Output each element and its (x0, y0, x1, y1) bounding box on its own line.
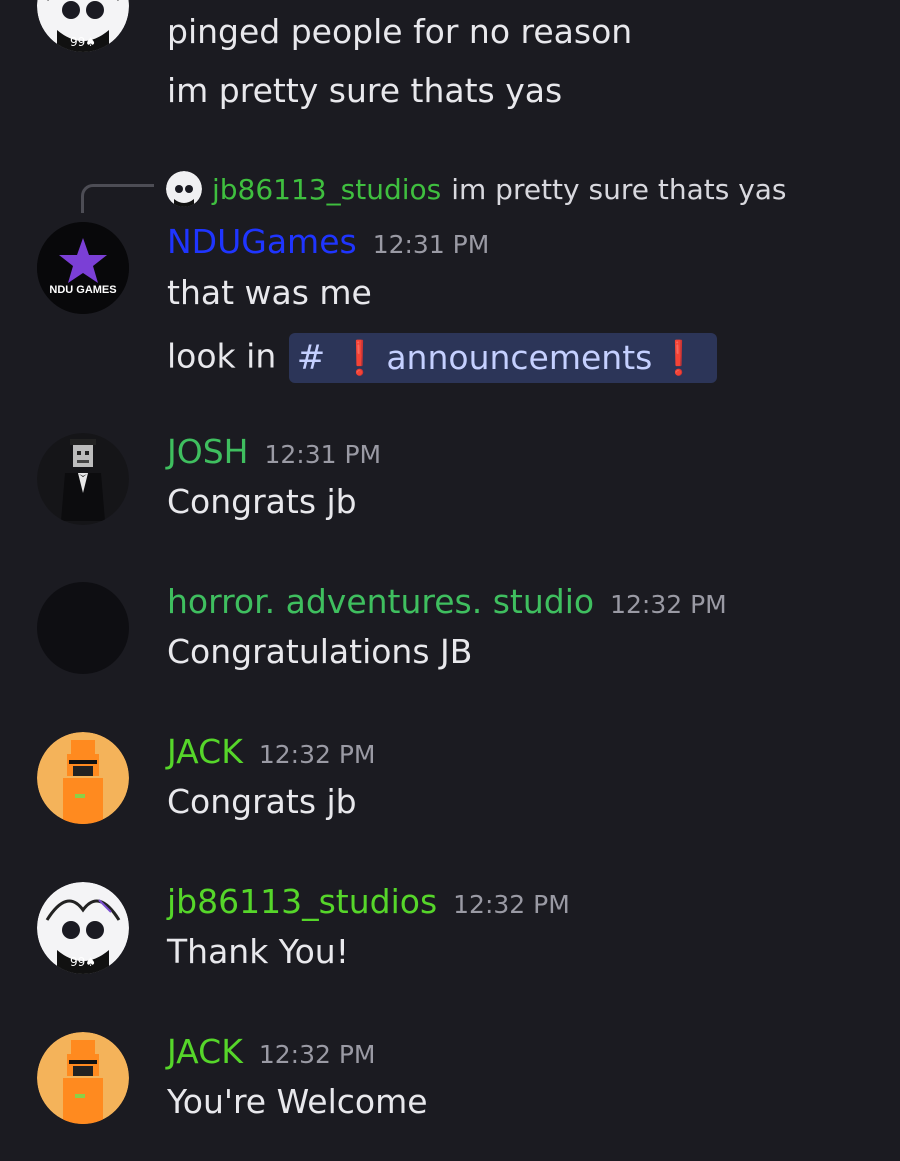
message-line: Congrats jb (167, 782, 357, 821)
timestamp: 12:31 PM (372, 230, 490, 259)
message-line: pinged people for no reason (167, 12, 633, 51)
username[interactable]: JOSH (167, 432, 248, 471)
channel-hash-icon: # (296, 338, 326, 378)
message-header: horror. adventures. studio 12:32 PM (167, 582, 727, 628)
reply-author[interactable]: jb86113_studios (212, 173, 441, 206)
exclamation-icon: ❗ (658, 338, 700, 377)
svg-text:99♠: 99♠ (70, 955, 96, 969)
timestamp: 12:31 PM (264, 440, 382, 469)
message-header: NDUGames 12:31 PM (167, 222, 489, 268)
timestamp: 12:32 PM (453, 890, 570, 919)
avatar-horror-adventures-studio[interactable] (37, 582, 129, 674)
ndu-games-logo-label: NDU GAMES (49, 284, 117, 296)
message-line: im pretty sure thats yas (167, 71, 563, 110)
avatar-ndugames[interactable] (37, 222, 129, 314)
timestamp: 12:32 PM (258, 740, 376, 769)
reply-connector (81, 184, 154, 213)
avatar-josh[interactable] (37, 433, 129, 525)
chat-message-list: 99♠ pinged people for no reason im prett… (0, 0, 900, 1161)
message-header: JACK 12:32 PM (167, 732, 375, 778)
timestamp: 12:32 PM (610, 590, 727, 619)
username[interactable]: NDUGames (167, 222, 357, 261)
avatar-jb86113-studios-partial[interactable]: 99♠ (37, 0, 129, 52)
reply-text: im pretty sure thats yas (451, 172, 787, 206)
message-line: Congratulations JB (167, 632, 473, 671)
message-line: You're Welcome (167, 1082, 428, 1121)
message-line: Thank You! (167, 932, 349, 971)
reply-avatar (166, 171, 202, 207)
message-line: Congrats jb (167, 482, 357, 521)
username[interactable]: JACK (167, 1032, 243, 1071)
avatar-jb86113-studios[interactable]: 99♠ (37, 882, 129, 974)
reply-preview[interactable]: jb86113_studios im pretty sure thats yas (166, 170, 787, 208)
timestamp: 12:32 PM (258, 1040, 376, 1069)
avatar-jack[interactable] (37, 1032, 129, 1124)
exclamation-icon: ❗ (339, 338, 381, 377)
username[interactable]: JACK (167, 732, 243, 771)
message-header: JACK 12:32 PM (167, 1032, 375, 1078)
avatar-jack[interactable] (37, 732, 129, 824)
username[interactable]: horror. adventures. studio (167, 582, 594, 621)
svg-text:99♠: 99♠ (70, 35, 96, 49)
message-header: jb86113_studios 12:32 PM (167, 882, 570, 928)
message-text: look in (167, 336, 277, 376)
channel-name: announcements (386, 338, 653, 377)
channel-mention[interactable]: # ❗ announcements ❗ (288, 333, 718, 383)
message-line-with-mention: look in # ❗ announcements ❗ (167, 333, 718, 383)
message-line: that was me (167, 273, 372, 312)
username[interactable]: jb86113_studios (167, 882, 437, 921)
message-header: JOSH 12:31 PM (167, 432, 381, 478)
